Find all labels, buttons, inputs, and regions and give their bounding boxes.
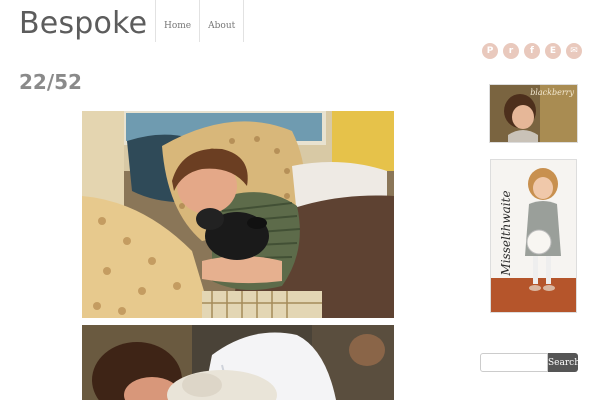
facebook-icon[interactable]: f <box>524 43 540 59</box>
banner-blackberry-label: blackberry <box>530 88 574 97</box>
sidebar-banner-blackberry[interactable]: blackberry <box>489 84 578 143</box>
photo-second-illustration <box>82 325 394 400</box>
nav-home-link[interactable]: Home <box>155 0 201 42</box>
site-title[interactable]: Bespoke <box>19 6 147 41</box>
banner-misselthwaite-label: Misselthwaite <box>499 190 513 276</box>
pinterest-icon[interactable]: P <box>482 43 498 59</box>
main-nav: Home About <box>155 0 245 42</box>
post-photo-boy-with-lamb <box>82 111 394 318</box>
social-icons: P r f E ✉ <box>482 43 582 59</box>
search-button[interactable]: Search <box>548 353 580 372</box>
sidebar-banner-misselthwaite[interactable]: Misselthwaite <box>490 159 577 313</box>
nav-about-link[interactable]: About <box>200 0 245 42</box>
photo-boy-lamb-illustration <box>82 111 394 318</box>
email-icon[interactable]: ✉ <box>566 43 582 59</box>
post-photo-second <box>82 325 394 400</box>
search-form: Search <box>480 353 580 372</box>
rss-icon[interactable]: r <box>503 43 519 59</box>
post-title[interactable]: 22/52 <box>19 70 82 94</box>
etsy-icon[interactable]: E <box>545 43 561 59</box>
search-input[interactable] <box>480 353 548 372</box>
